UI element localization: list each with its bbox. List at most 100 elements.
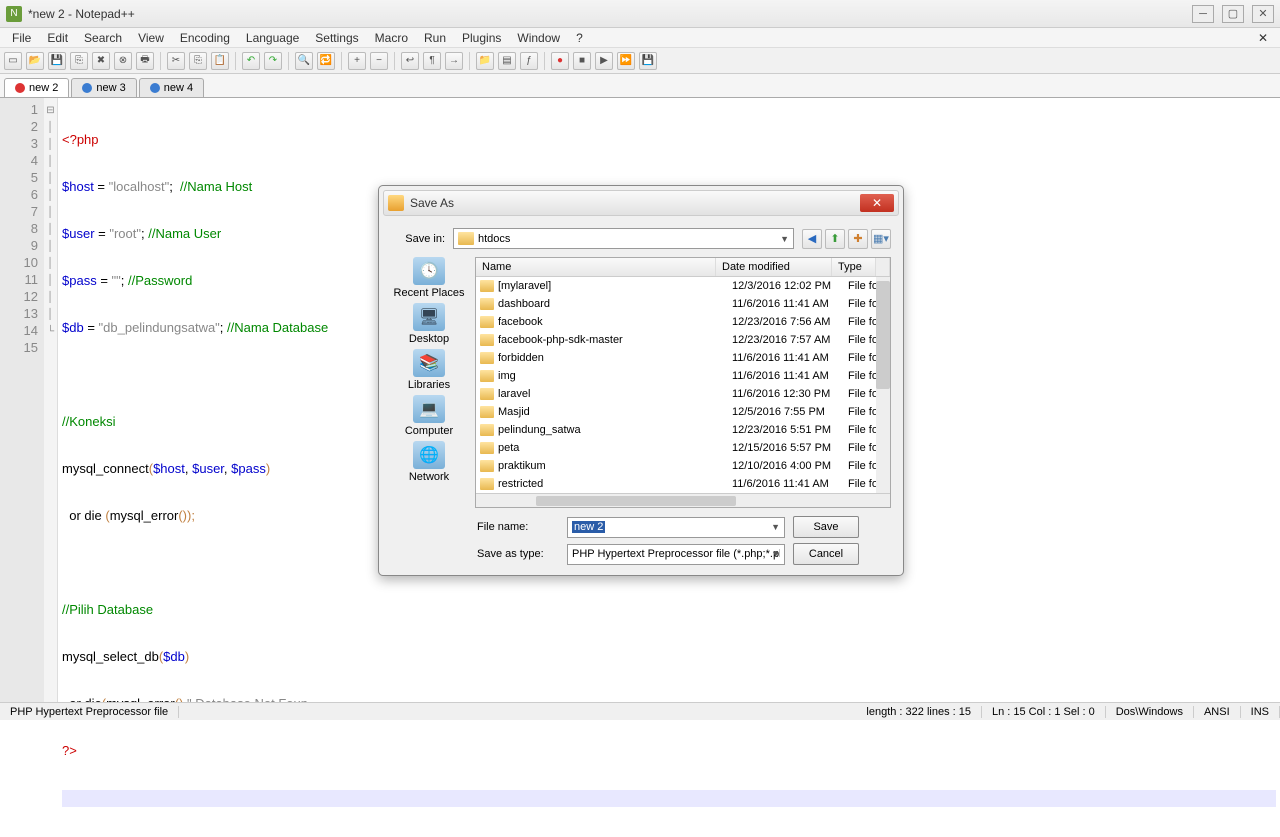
file-row[interactable]: peta12/15/2016 5:57 PMFile fol xyxy=(476,439,890,457)
chevron-down-icon: ▼ xyxy=(771,522,780,532)
tabbar: new 2 new 3 new 4 xyxy=(0,74,1280,98)
doc-map-icon[interactable]: ▤ xyxy=(498,52,516,70)
place-libraries[interactable]: 📚Libraries xyxy=(408,349,450,391)
undo-icon[interactable]: ↶ xyxy=(242,52,260,70)
col-name[interactable]: Name xyxy=(476,258,716,276)
file-row[interactable]: praktikum12/10/2016 4:00 PMFile fol xyxy=(476,457,890,475)
file-name-input[interactable]: new 2▼ xyxy=(567,517,785,538)
tab-new-2[interactable]: new 2 xyxy=(4,78,69,97)
col-type[interactable]: Type xyxy=(832,258,876,276)
folder-icon[interactable]: 📁 xyxy=(476,52,494,70)
save-type-label: Save as type: xyxy=(477,548,559,560)
menu-edit[interactable]: Edit xyxy=(39,29,76,47)
menu-settings[interactable]: Settings xyxy=(307,29,366,47)
close-all-icon[interactable]: ⊗ xyxy=(114,52,132,70)
status-eol: Dos\Windows xyxy=(1106,706,1194,718)
file-row[interactable]: restricted11/6/2016 11:41 AMFile fol xyxy=(476,475,890,493)
func-list-icon[interactable]: ƒ xyxy=(520,52,538,70)
zoom-in-icon[interactable]: + xyxy=(348,52,366,70)
menu-plugins[interactable]: Plugins xyxy=(454,29,509,47)
copy-icon[interactable]: ⎘ xyxy=(189,52,207,70)
record-macro-icon[interactable]: ● xyxy=(551,52,569,70)
menu-search[interactable]: Search xyxy=(76,29,130,47)
tab-new-3[interactable]: new 3 xyxy=(71,78,136,97)
minimize-button[interactable]: ─ xyxy=(1192,5,1214,23)
vertical-scrollbar[interactable] xyxy=(876,277,890,493)
replace-icon[interactable]: 🔁 xyxy=(317,52,335,70)
show-all-icon[interactable]: ¶ xyxy=(423,52,441,70)
place-network[interactable]: 🌐Network xyxy=(409,441,449,483)
close-icon[interactable]: ✖ xyxy=(92,52,110,70)
place-recent[interactable]: 🕓Recent Places xyxy=(394,257,465,299)
zoom-out-icon[interactable]: − xyxy=(370,52,388,70)
up-folder-icon[interactable]: ⬆ xyxy=(825,229,845,249)
libraries-icon: 📚 xyxy=(413,349,445,377)
file-list[interactable]: Name Date modified Type [mylaravel]12/3/… xyxy=(475,257,891,508)
menu-window[interactable]: Window xyxy=(509,29,568,47)
file-row[interactable]: img11/6/2016 11:41 AMFile fol xyxy=(476,367,890,385)
dialog-title: Save As xyxy=(410,196,860,210)
stop-macro-icon[interactable]: ■ xyxy=(573,52,591,70)
file-row[interactable]: dashboard11/6/2016 11:41 AMFile fol xyxy=(476,295,890,313)
open-file-icon[interactable]: 📂 xyxy=(26,52,44,70)
menu-run[interactable]: Run xyxy=(416,29,454,47)
save-icon xyxy=(388,195,404,211)
file-row[interactable]: [mylaravel]12/3/2016 12:02 PMFile fol xyxy=(476,277,890,295)
new-file-icon[interactable]: ▭ xyxy=(4,52,22,70)
file-row[interactable]: Masjid12/5/2016 7:55 PMFile fol xyxy=(476,403,890,421)
menu-encoding[interactable]: Encoding xyxy=(172,29,238,47)
place-computer[interactable]: 💻Computer xyxy=(405,395,453,437)
close-window-button[interactable]: ✕ xyxy=(1252,5,1274,23)
menu-macro[interactable]: Macro xyxy=(367,29,416,47)
cancel-button[interactable]: Cancel xyxy=(793,543,859,565)
menu-language[interactable]: Language xyxy=(238,29,307,47)
horizontal-scrollbar[interactable] xyxy=(476,493,890,507)
dialog-close-button[interactable]: ✕ xyxy=(860,194,894,212)
file-row[interactable]: facebook12/23/2016 7:56 AMFile fol xyxy=(476,313,890,331)
close-doc-button[interactable]: ✕ xyxy=(1250,29,1276,47)
paste-icon[interactable]: 📋 xyxy=(211,52,229,70)
toolbar-sep xyxy=(288,52,289,70)
menu-view[interactable]: View xyxy=(130,29,172,47)
save-macro-icon[interactable]: 💾 xyxy=(639,52,657,70)
menu-file[interactable]: File xyxy=(4,29,39,47)
file-row[interactable]: facebook-php-sdk-master12/23/2016 7:57 A… xyxy=(476,331,890,349)
cut-icon[interactable]: ✂ xyxy=(167,52,185,70)
status-position: Ln : 15 Col : 1 Sel : 0 xyxy=(982,706,1106,718)
folder-icon xyxy=(480,316,494,328)
fold-icon[interactable]: ⊟ xyxy=(44,102,57,119)
dialog-titlebar[interactable]: Save As ✕ xyxy=(383,190,899,216)
saved-dot-icon xyxy=(82,83,92,93)
back-icon[interactable]: ◀ xyxy=(802,229,822,249)
col-date[interactable]: Date modified xyxy=(716,258,832,276)
unsaved-dot-icon xyxy=(15,83,25,93)
file-row[interactable]: laravel11/6/2016 12:30 PMFile fol xyxy=(476,385,890,403)
file-row[interactable]: pelindung_satwa12/23/2016 5:51 PMFile fo… xyxy=(476,421,890,439)
save-icon[interactable]: 💾 xyxy=(48,52,66,70)
redo-icon[interactable]: ↷ xyxy=(264,52,282,70)
indent-icon[interactable]: → xyxy=(445,52,463,70)
file-row[interactable]: forbidden11/6/2016 11:41 AMFile fol xyxy=(476,349,890,367)
saved-dot-icon xyxy=(150,83,160,93)
new-folder-icon[interactable]: ✚ xyxy=(848,229,868,249)
toolbar-sep xyxy=(544,52,545,70)
file-name-label: File name: xyxy=(477,521,559,533)
file-list-header: Name Date modified Type xyxy=(476,258,890,277)
save-in-combo[interactable]: htdocs ▼ xyxy=(453,228,794,249)
view-menu-icon[interactable]: ▦▾ xyxy=(871,229,891,249)
save-type-combo[interactable]: PHP Hypertext Preprocessor file (*.php;*… xyxy=(567,544,785,565)
play-macro-icon[interactable]: ▶ xyxy=(595,52,613,70)
menu-help[interactable]: ? xyxy=(568,29,591,47)
play-multi-icon[interactable]: ⏩ xyxy=(617,52,635,70)
folder-icon xyxy=(480,370,494,382)
wrap-icon[interactable]: ↩ xyxy=(401,52,419,70)
save-all-icon[interactable]: ⎘ xyxy=(70,52,88,70)
place-desktop[interactable]: 🖥Desktop xyxy=(409,303,449,345)
menubar: File Edit Search View Encoding Language … xyxy=(0,28,1280,48)
save-button[interactable]: Save xyxy=(793,516,859,538)
maximize-button[interactable]: ▢ xyxy=(1222,5,1244,23)
save-as-dialog: Save As ✕ Save in: htdocs ▼ ◀ ⬆ ✚ ▦▾ 🕓Re… xyxy=(378,185,904,576)
find-icon[interactable]: 🔍 xyxy=(295,52,313,70)
tab-new-4[interactable]: new 4 xyxy=(139,78,204,97)
print-icon[interactable]: 🖶 xyxy=(136,52,154,70)
